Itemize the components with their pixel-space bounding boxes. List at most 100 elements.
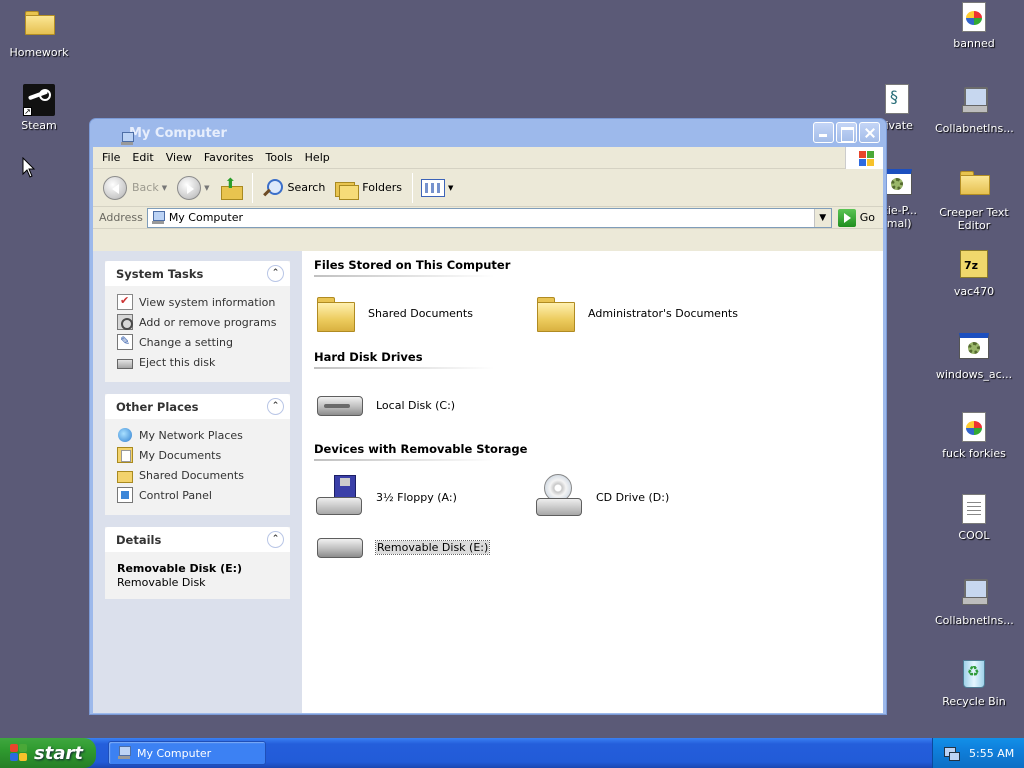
start-button[interactable]: start: [0, 738, 96, 768]
add-remove-programs-icon: [117, 314, 133, 330]
item-shared-documents[interactable]: Shared Documents: [316, 285, 536, 341]
desktop-icon-label: vac470: [953, 285, 995, 298]
group-header-files: Files Stored on This Computer: [314, 253, 554, 277]
desktop-icon-steam[interactable]: ↗ Steam: [0, 84, 78, 132]
windows-logo-icon: [845, 147, 883, 169]
menu-file[interactable]: File: [96, 149, 126, 166]
desktop-icon-cool[interactable]: COOL: [935, 494, 1013, 542]
search-button[interactable]: Search: [257, 174, 330, 202]
other-places-panel: Other Places ⌃ My Network Places My Docu…: [105, 394, 290, 515]
file-list-view[interactable]: Files Stored on This Computer Shared Doc…: [302, 251, 883, 713]
desktop-icon-collabnet-2[interactable]: CollabnetIns...: [935, 576, 1014, 627]
place-control-panel[interactable]: Control Panel: [117, 485, 280, 505]
place-my-documents[interactable]: My Documents: [117, 445, 280, 465]
desktop-icon-vac470[interactable]: 7z vac470: [935, 248, 1013, 298]
control-panel-setting-icon: [117, 334, 133, 350]
address-input[interactable]: My Computer ▼: [146, 207, 832, 228]
start-label: start: [34, 742, 83, 764]
text-file-icon: [958, 494, 990, 526]
collapse-chevron-icon[interactable]: ⌃: [267, 398, 284, 415]
floppy-drive-icon: [316, 475, 364, 519]
item-removable-disk-e[interactable]: Removable Disk (E:): [316, 525, 536, 569]
my-documents-icon: [117, 447, 133, 463]
folders-button[interactable]: Folders: [331, 175, 406, 201]
folders-label: Folders: [362, 181, 403, 194]
desktop-icon-fuck-forkies[interactable]: fuck forkies: [935, 412, 1013, 460]
task-eject-disk[interactable]: Eject this disk: [117, 352, 280, 372]
my-computer-window[interactable]: My Computer File Edit View Favorites Too…: [89, 118, 887, 715]
control-panel-icon: [117, 487, 133, 503]
task-add-remove-programs[interactable]: Add or remove programs: [117, 312, 280, 332]
group-header-hard-disks: Hard Disk Drives: [314, 345, 554, 369]
window-client-area: File Edit View Favorites Tools Help Back…: [93, 147, 883, 713]
steam-icon: ↗: [23, 84, 55, 116]
toolbar-separator: [251, 172, 253, 203]
other-places-header[interactable]: Other Places ⌃: [105, 394, 290, 419]
collapse-chevron-icon[interactable]: ⌃: [267, 531, 284, 548]
clock[interactable]: 5:55 AM: [969, 747, 1014, 760]
details-panel: Details ⌃ Removable Disk (E:) Removable …: [105, 527, 290, 599]
address-value: My Computer: [168, 211, 243, 224]
cd-drive-icon: [536, 474, 584, 520]
back-label: Back: [132, 181, 159, 194]
desktop-icon-label: Steam: [21, 119, 57, 132]
task-view-system-information[interactable]: View system information: [117, 292, 280, 312]
script-file-icon: §: [881, 84, 913, 116]
details-item-name: Removable Disk (E:): [117, 562, 243, 575]
place-my-network-places[interactable]: My Network Places: [117, 425, 280, 445]
address-dropdown-button[interactable]: ▼: [813, 208, 831, 227]
menu-favorites[interactable]: Favorites: [198, 149, 260, 166]
menu-help[interactable]: Help: [299, 149, 336, 166]
place-label: My Documents: [139, 448, 222, 462]
item-administrators-documents[interactable]: Administrator's Documents: [536, 285, 756, 341]
desktop-icon-label: windows_ac...: [935, 368, 1013, 381]
desktop-icon-homework[interactable]: Homework: [0, 6, 78, 59]
up-button[interactable]: [216, 175, 246, 201]
recycle-bin-icon: [958, 660, 990, 692]
taskbar-button-my-computer[interactable]: My Computer: [108, 741, 266, 765]
window-title: My Computer: [129, 125, 227, 141]
close-button[interactable]: [859, 122, 880, 143]
window-titlebar[interactable]: My Computer: [93, 119, 883, 147]
panel-title: Details: [116, 532, 162, 547]
item-label: Local Disk (C:): [376, 398, 456, 412]
views-button[interactable]: ▼: [417, 176, 457, 200]
group-header-removable: Devices with Removable Storage: [314, 437, 554, 461]
task-change-setting[interactable]: Change a setting: [117, 332, 280, 352]
go-label: Go: [859, 211, 875, 224]
back-button[interactable]: Back ▼: [99, 173, 171, 203]
menu-tools[interactable]: Tools: [260, 149, 299, 166]
back-arrow-icon: [103, 175, 127, 200]
item-label: Shared Documents: [368, 306, 473, 320]
minimize-button[interactable]: [813, 122, 834, 143]
menu-edit[interactable]: Edit: [126, 149, 159, 166]
desktop-icon-recycle-bin[interactable]: Recycle Bin: [935, 658, 1013, 708]
collapse-chevron-icon[interactable]: ⌃: [267, 265, 284, 282]
menu-view[interactable]: View: [160, 149, 198, 166]
chevron-down-icon: ▼: [448, 183, 454, 192]
desktop-icon-creeper-text-editor[interactable]: Creeper Text Editor: [935, 166, 1013, 232]
item-cd-drive-d[interactable]: CD Drive (D:): [536, 469, 756, 525]
task-label: Add or remove programs: [139, 315, 277, 329]
go-button[interactable]: Go: [836, 208, 879, 227]
place-shared-documents[interactable]: Shared Documents: [117, 465, 280, 485]
forward-button[interactable]: ▼: [173, 173, 213, 203]
item-floppy-a[interactable]: 3½ Floppy (A:): [316, 469, 536, 525]
mouse-cursor-icon: [22, 157, 36, 178]
my-computer-icon: [151, 210, 165, 225]
maximize-button[interactable]: [836, 122, 857, 143]
taskbar: start My Computer 5:55 AM: [0, 738, 1024, 768]
desktop-icon-label: Homework: [9, 46, 69, 59]
search-icon: [261, 177, 283, 199]
item-local-disk-c[interactable]: Local Disk (C:): [316, 377, 536, 433]
desktop-icon-label: CollabnetIns...: [935, 122, 1014, 135]
network-connection-icon[interactable]: [943, 745, 960, 761]
explorer-body: System Tasks ⌃ View system information A…: [93, 251, 883, 713]
desktop-icon-collabnet-1[interactable]: CollabnetIns...: [935, 84, 1014, 135]
folder-icon: [316, 295, 356, 332]
desktop-icon-windows-ac[interactable]: windows_ac...: [935, 330, 1013, 381]
desktop-icon-banned[interactable]: banned: [935, 2, 1013, 50]
details-item-type: Removable Disk: [117, 576, 206, 589]
details-header[interactable]: Details ⌃: [105, 527, 290, 552]
system-tasks-header[interactable]: System Tasks ⌃: [105, 261, 290, 286]
